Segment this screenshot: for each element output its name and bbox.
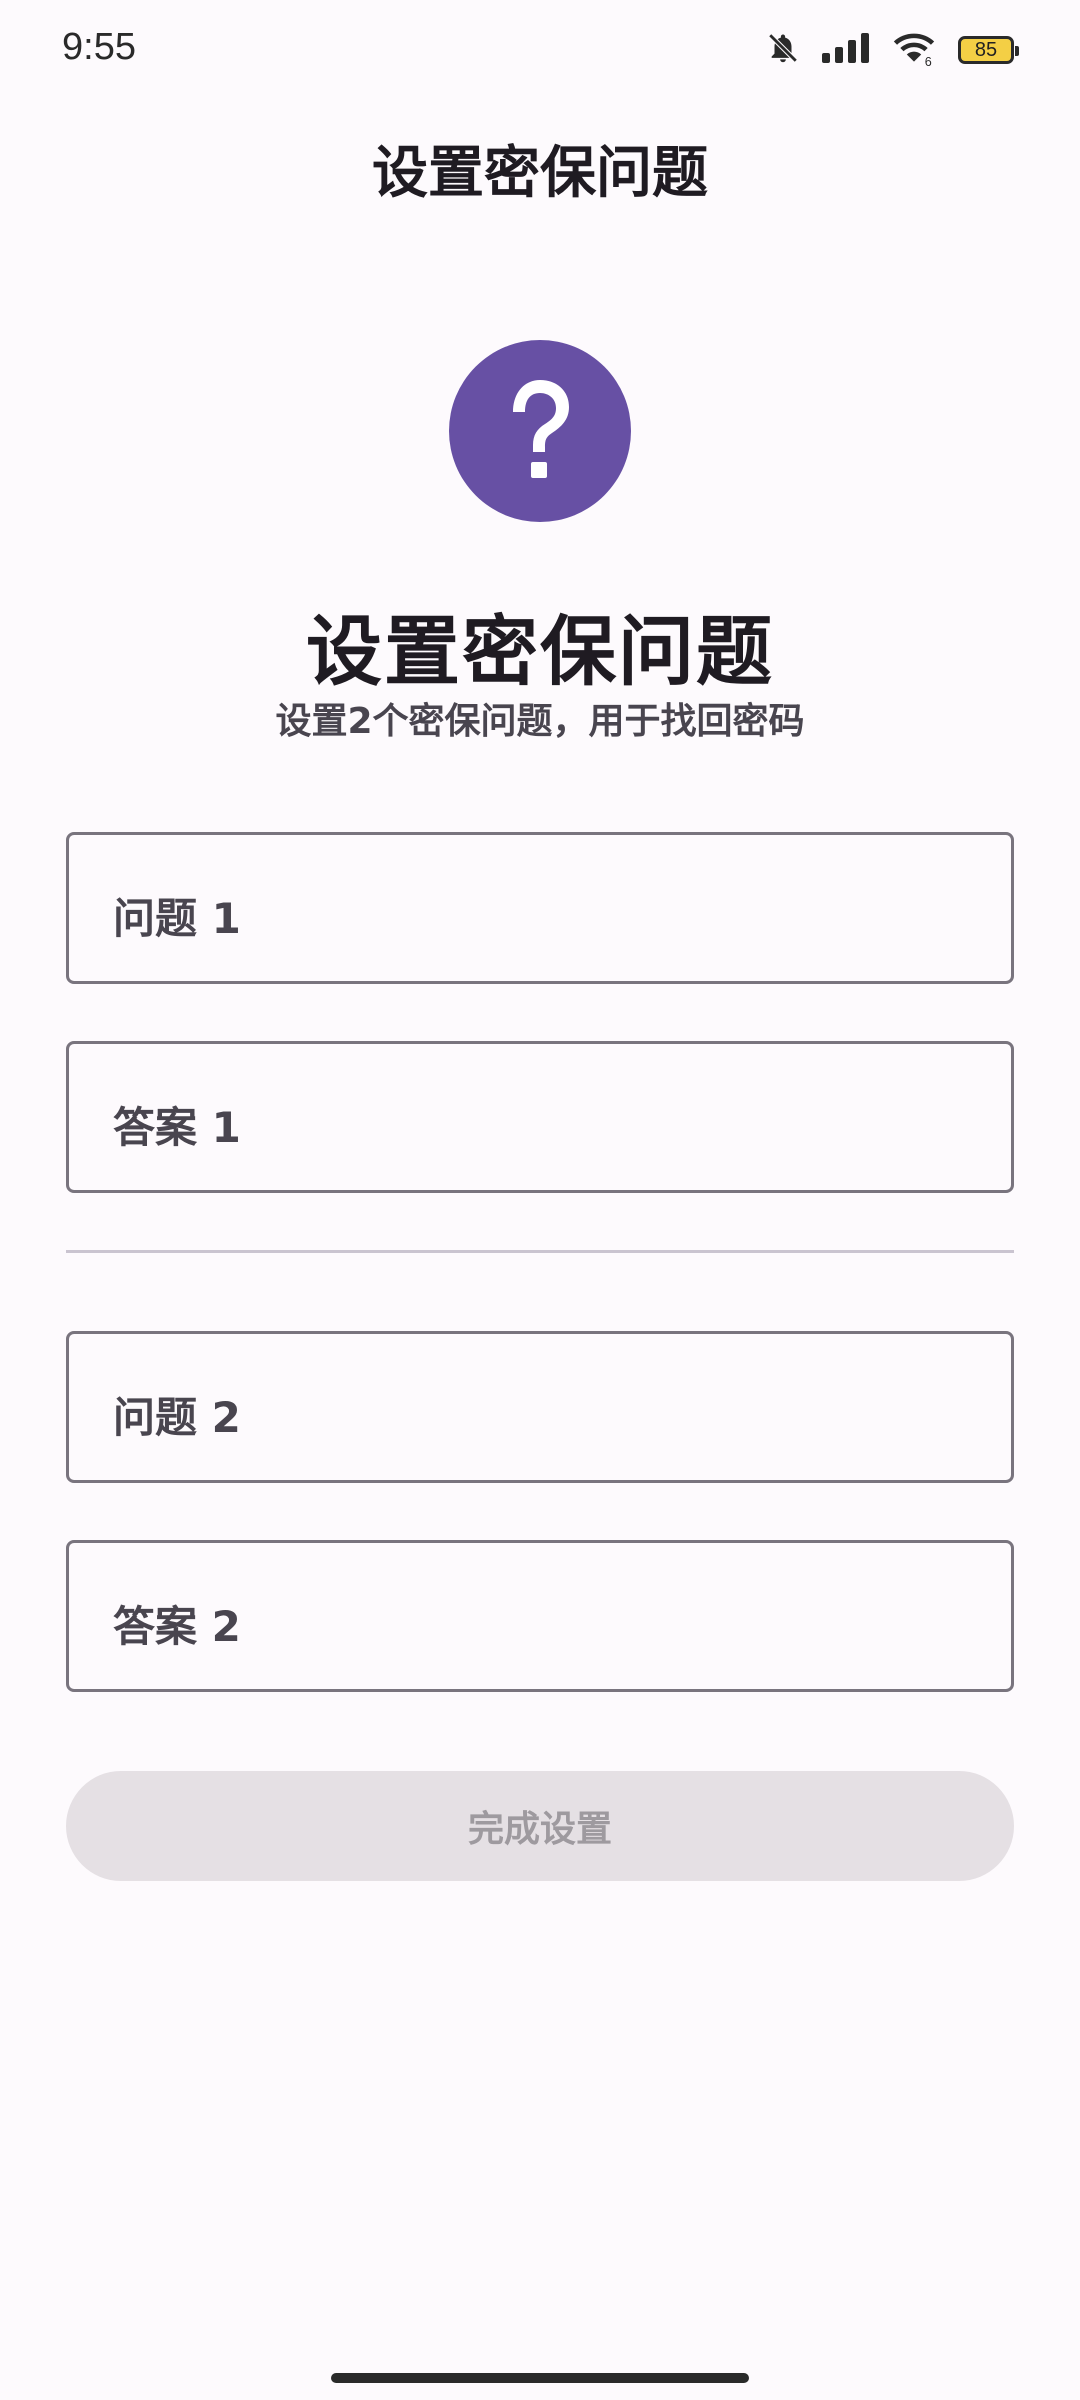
signal-icon xyxy=(822,33,870,67)
battery-level: 85 xyxy=(974,38,998,61)
wifi-icon: 6 xyxy=(892,30,936,70)
page-title: 设置密保问题 xyxy=(372,141,708,206)
battery-icon: 85 xyxy=(958,36,1019,64)
status-bar: 9:55 6 85 xyxy=(0,0,1080,100)
status-icons: 6 85 xyxy=(766,30,1019,70)
bell-off-icon xyxy=(766,30,800,70)
answer-2-field[interactable]: 答案 2 xyxy=(66,1540,1014,1692)
section-heading: 设置密保问题 xyxy=(306,607,774,696)
answer-1-label: 答案 1 xyxy=(113,1103,241,1152)
answer-2-label: 答案 2 xyxy=(113,1602,241,1651)
complete-setup-button[interactable]: 完成设置 xyxy=(66,1771,1014,1881)
answer-1-field[interactable]: 答案 1 xyxy=(66,1041,1014,1193)
home-indicator[interactable] xyxy=(331,2373,749,2383)
divider xyxy=(66,1250,1014,1253)
question-2-label: 问题 2 xyxy=(113,1393,241,1442)
svg-text:6: 6 xyxy=(925,55,932,66)
question-1-field[interactable]: 问题 1 xyxy=(66,832,1014,984)
question-1-label: 问题 1 xyxy=(113,894,241,943)
help-circle-icon xyxy=(449,340,631,522)
question-2-field[interactable]: 问题 2 xyxy=(66,1331,1014,1483)
section-subheading: 设置2个密保问题，用于找回密码 xyxy=(275,701,805,742)
status-time: 9:55 xyxy=(62,26,136,68)
